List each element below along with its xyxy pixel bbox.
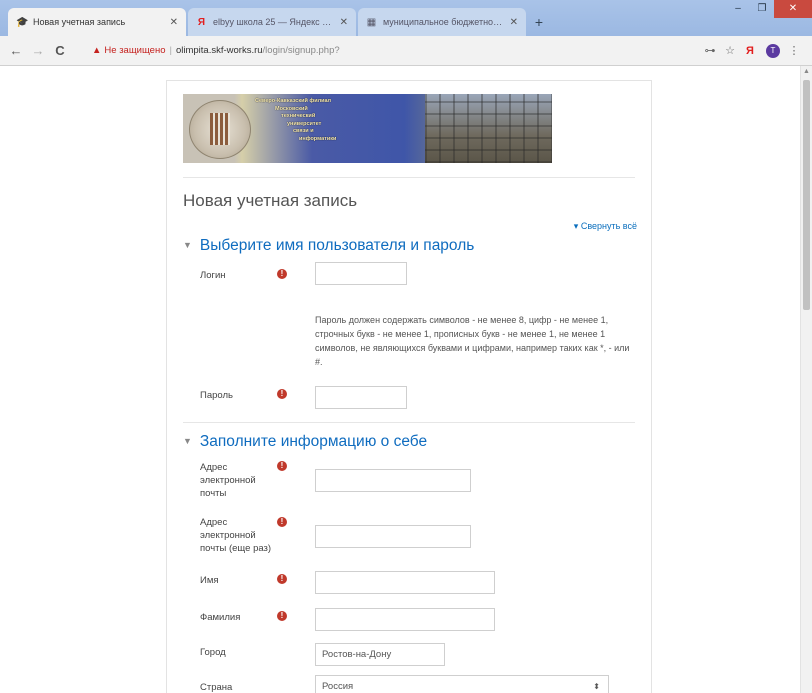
country-selected-value: Россия bbox=[322, 681, 354, 692]
back-button[interactable]: ← bbox=[8, 43, 24, 59]
required-icon: ! bbox=[277, 574, 287, 584]
page-title: Новая учетная запись bbox=[183, 191, 358, 210]
site-favicon-icon: ▦ bbox=[366, 16, 377, 28]
reload-button[interactable]: C bbox=[52, 43, 68, 59]
scroll-up-icon[interactable]: ▲ bbox=[803, 68, 810, 75]
section-username-password[interactable]: ▼ Выберите имя пользователя и пароль bbox=[183, 237, 474, 255]
tab-title: муниципальное бюджетное о… bbox=[383, 17, 504, 27]
window-controls: – ❐ ✕ bbox=[726, 0, 812, 18]
section-collapse-icon: ▼ bbox=[183, 240, 192, 250]
required-icon: ! bbox=[277, 269, 287, 279]
required-icon: ! bbox=[277, 517, 287, 527]
section-personal-info[interactable]: ▼ Заполните информацию о себе bbox=[183, 433, 427, 451]
banner-line: связи и bbox=[293, 128, 314, 135]
address-bar[interactable]: ▲ Не защищено | olimpita.skf-works.ru/login… bbox=[92, 41, 732, 61]
page-viewport: Северо-Кавказский филиал Московский техн… bbox=[0, 66, 812, 693]
building-photo bbox=[425, 94, 552, 163]
country-label: Страна bbox=[200, 682, 233, 693]
yandex-extension-icon[interactable]: Я bbox=[740, 43, 760, 59]
login-label: Логин bbox=[200, 270, 226, 281]
email-confirm-label: Адрес электронной почты (еще раз) bbox=[200, 517, 272, 554]
menu-kebab-icon[interactable]: ⋮ bbox=[784, 43, 804, 59]
tab-title: elbyy школа 25 — Яндекс нашл… bbox=[213, 17, 334, 27]
browser-toolbar: ← → C ▲ Не защищено | olimpita.skf-works.ru… bbox=[0, 36, 812, 66]
banner-line: информатики bbox=[299, 135, 337, 142]
collapse-all-link[interactable]: ▾ Свернуть всё bbox=[574, 221, 637, 232]
new-tab-button[interactable]: + bbox=[530, 14, 548, 30]
banner-line: Северо-Кавказский филиал bbox=[255, 98, 332, 104]
university-emblem-icon bbox=[189, 100, 251, 159]
tab-title: Новая учетная запись bbox=[33, 17, 126, 27]
banner-text: Северо-Кавказский филиал Московский техн… bbox=[255, 98, 405, 160]
header-divider bbox=[183, 177, 635, 178]
tab-yandex-search[interactable]: Я elbyy школа 25 — Яндекс нашл… ✕ bbox=[188, 8, 356, 36]
tab-school-site[interactable]: ▦ муниципальное бюджетное о… ✕ bbox=[358, 8, 526, 36]
close-tab-icon[interactable]: ✕ bbox=[510, 17, 518, 28]
banner-line: технический bbox=[281, 113, 316, 120]
section-title: Заполните информацию о себе bbox=[199, 433, 428, 450]
close-tab-icon[interactable]: ✕ bbox=[340, 17, 348, 28]
url-host: olimpita.skf-works.ru bbox=[175, 45, 263, 56]
lastname-input[interactable] bbox=[315, 608, 495, 631]
bookmark-star-icon[interactable]: ☆ bbox=[720, 43, 740, 59]
firstname-input[interactable] bbox=[315, 571, 495, 594]
address-separator: | bbox=[169, 45, 172, 56]
section-divider bbox=[183, 422, 635, 423]
password-policy-hint: Пароль должен содержать символов - не ме… bbox=[315, 315, 630, 367]
city-input[interactable] bbox=[315, 643, 445, 666]
forward-button[interactable]: → bbox=[30, 43, 46, 59]
profile-avatar[interactable]: T bbox=[766, 44, 780, 58]
password-input[interactable] bbox=[315, 386, 407, 409]
email-confirm-input[interactable] bbox=[315, 525, 471, 548]
yandex-favicon-icon: Я bbox=[197, 16, 206, 28]
city-label: Город bbox=[200, 647, 226, 658]
firstname-label: Имя bbox=[200, 575, 219, 586]
banner-line: Московский bbox=[275, 105, 308, 112]
email-input[interactable] bbox=[315, 469, 471, 492]
tab-new-account[interactable]: 🎓 Новая учетная запись ✕ bbox=[8, 8, 186, 36]
warning-icon: ▲ bbox=[92, 45, 102, 56]
toolbar-actions: ⊶ ☆ Я T ⋮ bbox=[700, 43, 804, 59]
required-icon: ! bbox=[277, 389, 287, 399]
browser-tab-bar: 🎓 Новая учетная запись ✕ Я elbyy школа 2… bbox=[0, 0, 812, 36]
page-scrollbar[interactable]: ▲ bbox=[800, 66, 812, 693]
select-arrows-icon: ⬍ bbox=[593, 682, 600, 691]
collapse-all-label: Свернуть всё bbox=[580, 221, 637, 231]
lastname-label: Фамилия bbox=[200, 612, 241, 623]
signup-form-card: Северо-Кавказский филиал Московский техн… bbox=[166, 80, 652, 693]
password-label: Пароль bbox=[200, 390, 233, 401]
not-secure-label[interactable]: Не защищено bbox=[104, 45, 165, 56]
country-select[interactable]: Россия ⬍ bbox=[315, 675, 609, 693]
banner-line: университет bbox=[287, 120, 322, 127]
minimize-button[interactable]: – bbox=[726, 0, 750, 18]
section-collapse-icon: ▼ bbox=[183, 436, 192, 446]
close-tab-icon[interactable]: ✕ bbox=[170, 17, 178, 28]
site-banner: Северо-Кавказский филиал Московский техн… bbox=[183, 94, 552, 163]
required-icon: ! bbox=[277, 611, 287, 621]
maximize-button[interactable]: ❐ bbox=[750, 0, 774, 18]
key-icon[interactable]: ⊶ bbox=[700, 43, 720, 59]
section-title: Выберите имя пользователя и пароль bbox=[199, 237, 475, 254]
email-label: Адрес электронной почты bbox=[200, 462, 256, 499]
url-path: /login/signup.php? bbox=[262, 45, 340, 56]
required-icon: ! bbox=[277, 461, 287, 471]
scrollbar-thumb[interactable] bbox=[803, 80, 810, 310]
close-window-button[interactable]: ✕ bbox=[774, 0, 812, 18]
login-input[interactable] bbox=[315, 262, 407, 285]
moodle-favicon-icon: 🎓 bbox=[16, 16, 29, 28]
